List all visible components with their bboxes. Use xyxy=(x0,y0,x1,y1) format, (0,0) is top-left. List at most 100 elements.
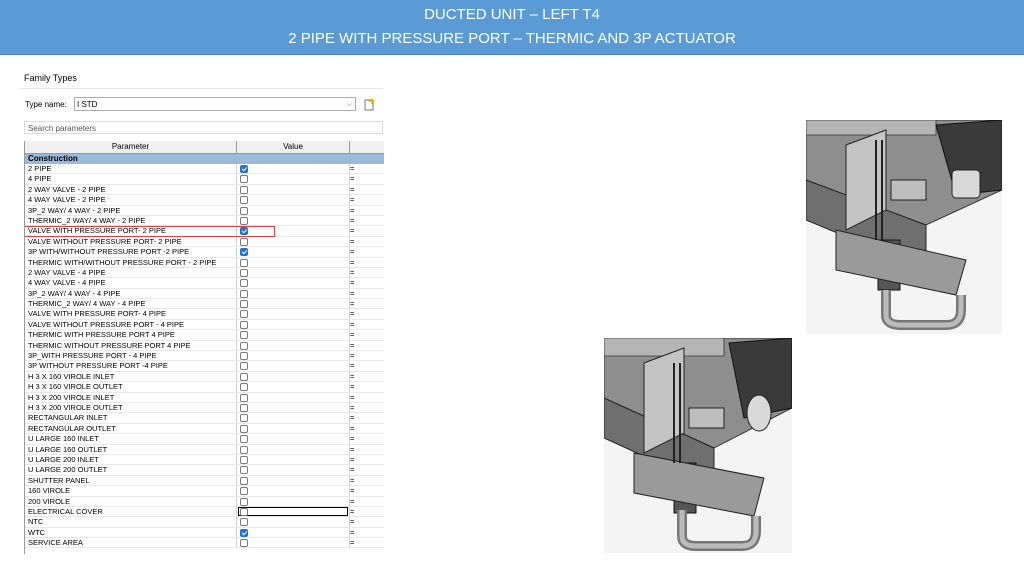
parameter-row[interactable]: THERMIC_2 WAY/ 4 WAY - 4 PIPE = xyxy=(25,299,384,310)
parameter-row[interactable]: VALVE WITH PRESSURE PORT- 4 PIPE = xyxy=(25,309,384,320)
value-checkbox[interactable] xyxy=(240,279,248,288)
parameter-row[interactable]: 200 VIROLE = xyxy=(25,496,384,507)
formula-cell[interactable]: = xyxy=(350,455,354,465)
value-checkbox[interactable] xyxy=(240,497,248,506)
value-checkbox[interactable] xyxy=(240,507,248,516)
value-checkbox[interactable] xyxy=(240,476,248,485)
value-checkbox[interactable] xyxy=(240,196,248,205)
formula-cell[interactable]: = xyxy=(350,372,354,382)
value-checkbox[interactable] xyxy=(240,248,248,257)
formula-cell[interactable]: = xyxy=(350,330,354,340)
parameter-row[interactable]: U LARGE 160 OUTLET = xyxy=(25,444,384,455)
formula-cell[interactable]: = xyxy=(350,299,354,309)
parameter-row[interactable]: U LARGE 200 INLET = xyxy=(25,454,384,466)
formula-cell[interactable]: = xyxy=(350,486,354,496)
formula-cell[interactable]: = xyxy=(350,247,354,257)
formula-cell[interactable]: = xyxy=(350,309,354,319)
parameter-row[interactable]: VALVE WITH PRESSURE PORT- 2 PIPE = xyxy=(25,226,384,238)
formula-cell[interactable]: = xyxy=(350,341,354,351)
parameter-row[interactable]: 3P_2 WAY/ 4 WAY - 2 PIPE = xyxy=(25,205,384,216)
value-checkbox[interactable] xyxy=(240,435,248,444)
formula-cell[interactable]: = xyxy=(350,320,354,330)
column-header-value[interactable]: Value xyxy=(237,141,350,153)
chevron-down-icon[interactable]: ⌵ xyxy=(347,98,352,112)
formula-cell[interactable]: = xyxy=(350,403,354,413)
formula-cell[interactable]: = xyxy=(350,351,354,361)
value-checkbox[interactable] xyxy=(240,237,248,246)
parameter-row[interactable]: 160 VIROLE = xyxy=(25,486,384,497)
value-checkbox[interactable] xyxy=(240,320,248,329)
value-checkbox[interactable] xyxy=(240,403,248,412)
parameter-row[interactable]: THERMIC WITH PRESSURE PORT 4 PIPE = xyxy=(25,330,384,341)
parameter-row[interactable]: U LARGE 160 INLET = xyxy=(25,434,384,445)
group-header-construction[interactable]: Construction xyxy=(25,154,384,164)
parameter-row[interactable]: NTC = xyxy=(25,517,384,528)
parameter-row[interactable]: 3P_WITH PRESSURE PORT - 4 PIPE = xyxy=(25,351,384,362)
formula-cell[interactable]: = xyxy=(350,528,354,538)
formula-cell[interactable]: = xyxy=(350,174,354,184)
formula-cell[interactable]: = xyxy=(350,268,354,278)
parameter-row[interactable]: H 3 X 160 VIROLE INLET = xyxy=(25,371,384,383)
value-checkbox[interactable] xyxy=(240,466,248,475)
formula-cell[interactable]: = xyxy=(350,507,354,517)
formula-cell[interactable]: = xyxy=(350,258,354,268)
value-checkbox[interactable] xyxy=(240,341,248,350)
formula-cell[interactable]: = xyxy=(350,226,354,236)
formula-cell[interactable]: = xyxy=(350,185,354,195)
parameter-row[interactable]: 3P_2 WAY/ 4 WAY - 4 PIPE = xyxy=(25,288,384,300)
formula-cell[interactable]: = xyxy=(350,465,354,475)
parameter-row[interactable]: H 3 X 200 VIROLE INLET = xyxy=(25,392,384,403)
parameter-row[interactable]: SHUTTER PANEL = xyxy=(25,475,384,487)
formula-cell[interactable]: = xyxy=(350,289,354,299)
value-checkbox[interactable] xyxy=(240,539,248,548)
parameter-row[interactable]: VALVE WITHOUT PRESSURE PORT- 2 PIPE = xyxy=(25,236,384,248)
search-parameters-input[interactable]: Search parameters xyxy=(24,121,383,134)
formula-cell[interactable]: = xyxy=(350,445,354,455)
formula-cell[interactable]: = xyxy=(350,434,354,444)
value-checkbox[interactable] xyxy=(240,289,248,298)
column-header-parameter[interactable]: Parameter xyxy=(25,141,237,153)
formula-cell[interactable]: = xyxy=(350,206,354,216)
value-checkbox[interactable] xyxy=(240,185,248,194)
value-checkbox[interactable] xyxy=(240,372,248,381)
value-checkbox[interactable] xyxy=(240,487,248,496)
formula-cell[interactable]: = xyxy=(350,164,354,174)
value-checkbox[interactable] xyxy=(240,206,248,215)
value-checkbox[interactable] xyxy=(240,445,248,454)
parameter-row[interactable]: THERMIC_2 WAY/ 4 WAY - 2 PIPE = xyxy=(25,215,384,227)
value-checkbox[interactable] xyxy=(240,414,248,423)
value-checkbox[interactable] xyxy=(240,331,248,340)
value-checkbox[interactable] xyxy=(240,165,248,173)
parameter-row[interactable]: ELECTRICAL COVER = xyxy=(25,506,384,518)
parameter-row[interactable]: 3P WITH/WITHOUT PRESSURE PORT -2 PIPE = xyxy=(25,247,384,258)
formula-cell[interactable]: = xyxy=(350,361,354,371)
formula-cell[interactable]: = xyxy=(350,278,354,288)
parameter-row[interactable]: 2 WAY VALVE - 4 PIPE = xyxy=(25,267,384,279)
value-checkbox[interactable] xyxy=(240,300,248,309)
formula-cell[interactable]: = xyxy=(350,237,354,247)
parameter-row[interactable]: 4 WAY VALVE - 4 PIPE = xyxy=(25,278,384,289)
parameter-row[interactable]: SERVICE AREA = xyxy=(25,538,384,549)
parameter-row[interactable]: THERMIC WITH/WITHOUT PRESSURE PORT - 2 P… xyxy=(25,257,384,268)
formula-cell[interactable]: = xyxy=(350,413,354,423)
formula-cell[interactable]: = xyxy=(350,538,354,548)
parameter-row[interactable]: THERMIC WITHOUT PRESSURE PORT 4 PIPE = xyxy=(25,340,384,352)
parameter-row[interactable]: 4 PIPE = xyxy=(25,174,384,185)
value-checkbox[interactable] xyxy=(240,528,248,537)
formula-cell[interactable]: = xyxy=(350,476,354,486)
value-checkbox[interactable] xyxy=(240,268,248,277)
value-checkbox[interactable] xyxy=(240,258,248,267)
value-checkbox[interactable] xyxy=(240,175,248,184)
parameter-row[interactable]: H 3 X 160 VIROLE OUTLET = xyxy=(25,382,384,393)
value-checkbox[interactable] xyxy=(240,352,248,361)
parameter-row[interactable]: 3P WITHOUT PRESSURE PORT -4 PIPE = xyxy=(25,361,384,372)
formula-cell[interactable]: = xyxy=(350,382,354,392)
value-checkbox[interactable] xyxy=(240,216,248,225)
parameter-row[interactable]: 2 WAY VALVE - 2 PIPE = xyxy=(25,184,384,196)
formula-cell[interactable]: = xyxy=(350,424,354,434)
parameter-row[interactable]: RECTANGULAR OUTLET = xyxy=(25,423,384,435)
parameter-row[interactable]: RECTANGULAR INLET = xyxy=(25,413,384,424)
parameter-row[interactable]: H 3 X 200 VIROLE OUTLET = xyxy=(25,402,384,414)
parameter-row[interactable]: 4 WAY VALVE - 2 PIPE = xyxy=(25,195,384,206)
parameter-row[interactable]: U LARGE 200 OUTLET = xyxy=(25,465,384,476)
